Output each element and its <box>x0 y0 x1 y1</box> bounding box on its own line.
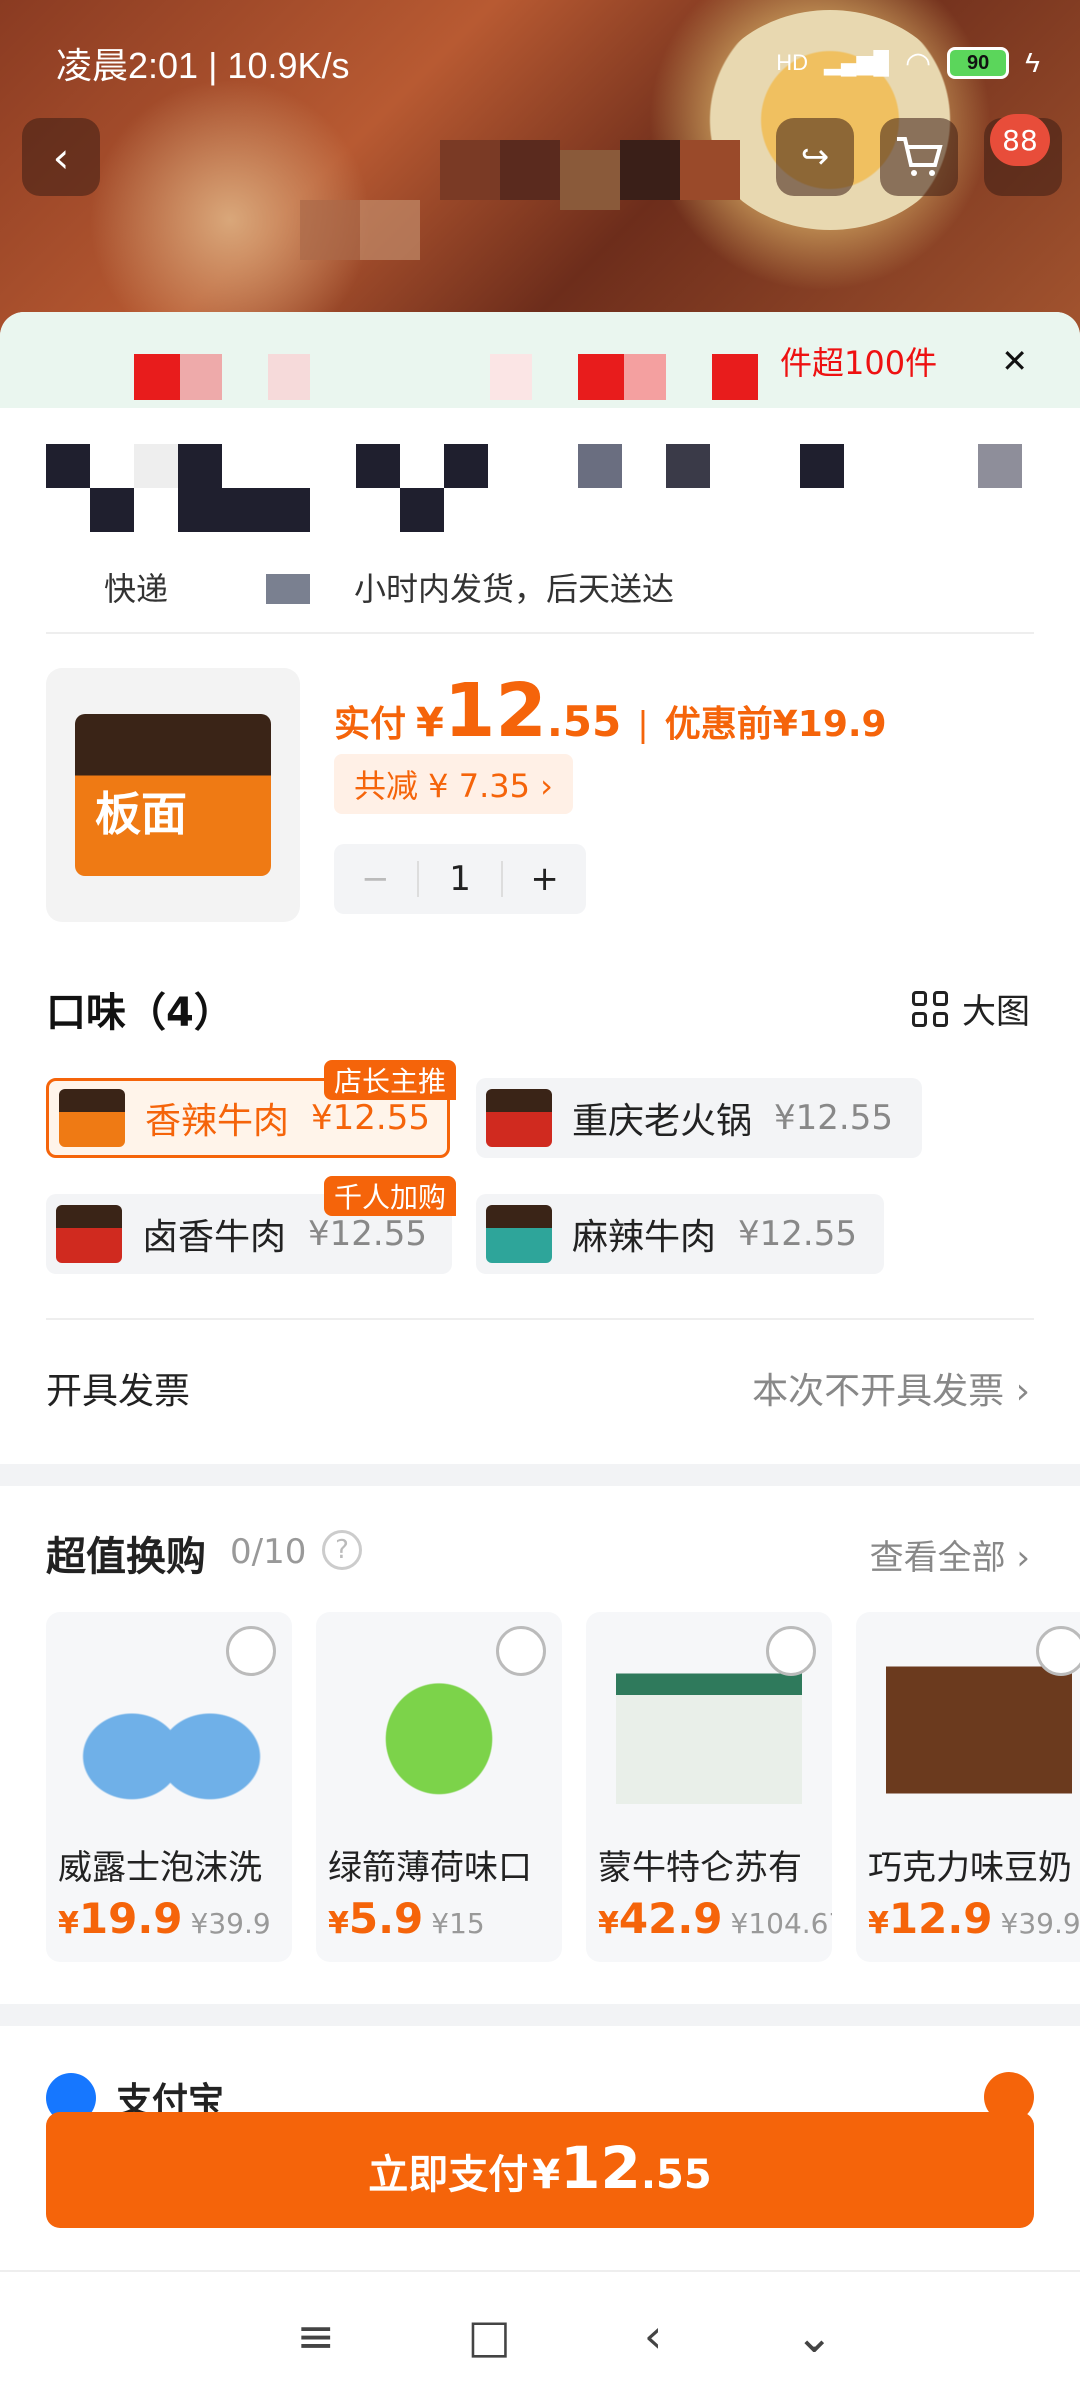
divider <box>46 1318 1034 1320</box>
status-bar: 凌晨2:01 | 10.9K/s HD ▂▄▆█ ◠ 90 ϟ <box>56 38 1040 88</box>
swap-title: 超值换购 <box>46 1534 206 1580</box>
menu-icon[interactable]: ≡ <box>296 2309 335 2363</box>
invoice-label: 开具发票 <box>46 1371 191 1412</box>
select-radio[interactable] <box>1036 1626 1080 1676</box>
pay-now-button[interactable]: 立即支付 ¥ 12 .55 <box>46 2112 1034 2228</box>
flavor-thumbnail <box>56 1205 122 1263</box>
price-integer: 12 <box>443 668 547 754</box>
price-decimal: .55 <box>546 697 622 746</box>
swap-card[interactable]: 威露士泡沫洗 ¥19.9 ¥39.9 <box>46 1612 292 1962</box>
cart-icon <box>897 137 943 176</box>
swap-price: ¥12.9 ¥39.9 <box>868 1894 1080 1943</box>
shipping-note: 小时内发货，后天送达 <box>354 570 675 608</box>
swap-card[interactable]: 绿箭薄荷味口 ¥5.9 ¥15 <box>316 1612 562 1962</box>
swap-card[interactable]: 蒙牛特仑苏有 ¥42.9 ¥104.67 <box>586 1612 832 1962</box>
invoice-value[interactable]: 本次不开具发票 › <box>752 1362 1030 1414</box>
shipping-info: 快递 小时内发货，后天送达 <box>104 564 674 610</box>
network-indicator: HD <box>776 50 808 75</box>
swap-price: ¥42.9 ¥104.67 <box>598 1894 832 1943</box>
assistant-icon[interactable]: ⌄ <box>795 2309 834 2363</box>
price-line: 实付 ¥ 12 .55 | 优惠前 ¥19.9 <box>334 668 887 754</box>
grid-icon <box>912 990 948 1027</box>
cart-badge: 88 <box>990 114 1050 166</box>
select-radio[interactable] <box>496 1626 546 1676</box>
flavor-thumbnail <box>59 1089 125 1147</box>
banner-text: 件超100件 <box>780 344 938 382</box>
section-gap <box>0 1464 1080 1486</box>
increase-button[interactable]: + <box>503 859 586 899</box>
share-icon: ↪ <box>800 137 830 177</box>
swap-title-text: 绿箭薄荷味口 <box>328 1848 532 1888</box>
swap-count: 0/10 <box>230 1532 307 1572</box>
pay-label: 实付 <box>334 704 407 745</box>
before-discount-price: ¥19.9 <box>772 704 887 745</box>
back-button[interactable]: ‹ <box>22 118 100 196</box>
share-button[interactable]: ↪ <box>776 118 854 196</box>
swap-price: ¥19.9 ¥39.9 <box>58 1894 271 1943</box>
back-icon[interactable]: ‹ <box>644 2309 662 2363</box>
status-time: 凌晨2:01 | 10.9K/s <box>56 45 350 86</box>
product-image[interactable]: 板面 <box>46 668 300 922</box>
select-radio[interactable] <box>766 1626 816 1676</box>
system-navbar: ≡ □ ‹ ⌄ <box>0 2270 1080 2400</box>
cart-button[interactable] <box>880 118 958 196</box>
see-all-link[interactable]: 查看全部 › <box>870 1530 1030 1579</box>
select-radio[interactable] <box>226 1626 276 1676</box>
big-view-toggle[interactable]: 大图 <box>912 984 1030 1033</box>
discount-chip[interactable]: 共减 ¥ 7.35 › <box>334 754 573 814</box>
section-gap <box>0 2004 1080 2026</box>
order-sheet: 件超100件 ✕ 快递 小时内发货，后天送达 板面 实付 ¥ 12 .55 | … <box>0 312 1080 2400</box>
flavor-option[interactable]: 重庆老火锅 ¥12.55 <box>476 1078 922 1158</box>
chevron-left-icon: ‹ <box>52 132 70 182</box>
decrease-button[interactable]: − <box>334 859 417 899</box>
quantity-value[interactable]: 1 <box>419 859 502 899</box>
charging-icon: ϟ <box>1025 47 1040 78</box>
battery-icon: 90 <box>947 47 1010 79</box>
swap-title-text: 巧克力味豆奶 <box>868 1848 1072 1888</box>
flavor-thumbnail <box>486 1205 552 1263</box>
swap-title-text: 蒙牛特仑苏有 <box>598 1848 802 1888</box>
promo-banner: 件超100件 ✕ <box>0 312 1080 408</box>
flavor-title: 口味（4） <box>46 990 234 1036</box>
flavor-thumbnail <box>486 1089 552 1147</box>
quantity-stepper: − 1 + <box>334 844 586 914</box>
divider <box>46 632 1034 634</box>
swap-price: ¥5.9 ¥15 <box>328 1894 485 1943</box>
shipping-method: 快递 <box>104 570 169 608</box>
close-icon[interactable]: ✕ <box>1001 342 1028 380</box>
swap-card[interactable]: 巧克力味豆奶 ¥12.9 ¥39.9 <box>856 1612 1080 1962</box>
home-icon[interactable]: □ <box>468 2309 511 2363</box>
noodle-package: 板面 <box>75 714 271 876</box>
before-discount-label: 优惠前 <box>664 704 773 745</box>
wifi-icon: ◠ <box>904 46 932 80</box>
signal-icon: ▂▄▆█ <box>823 50 889 75</box>
flavor-tag: 千人加购 <box>324 1176 457 1216</box>
help-icon[interactable]: ? <box>322 1530 362 1570</box>
flavor-option[interactable]: 麻辣牛肉 ¥12.55 <box>476 1194 884 1274</box>
swap-title-text: 威露士泡沫洗 <box>58 1848 262 1888</box>
flavor-tag: 店长主推 <box>324 1060 457 1100</box>
